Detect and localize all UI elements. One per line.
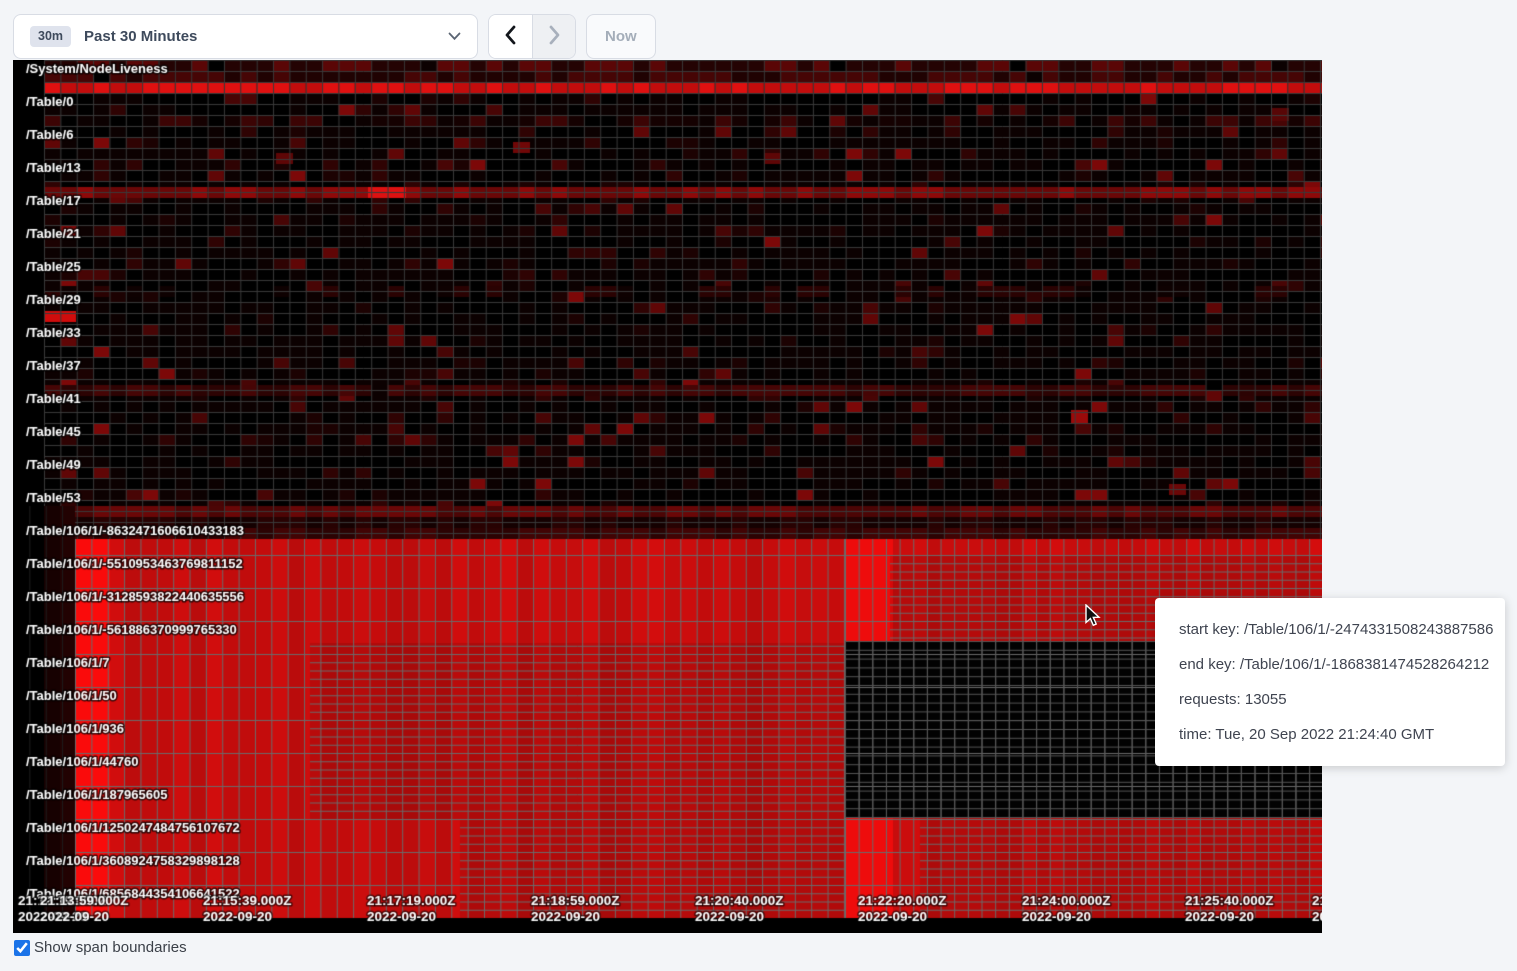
now-button[interactable]: Now — [586, 14, 656, 59]
tooltip-end-key: end key: /Table/106/1/-18683814745282642… — [1179, 656, 1481, 673]
time-nav-group — [488, 14, 576, 59]
time-range-badge: 30m — [30, 26, 71, 47]
chevron-down-icon — [448, 28, 461, 46]
show-span-boundaries-label: Show span boundaries — [34, 939, 187, 956]
tooltip-start-key: start key: /Table/106/1/-247433150824388… — [1179, 621, 1481, 638]
time-range-select[interactable]: 30m Past 30 Minutes — [13, 14, 478, 59]
show-span-boundaries-checkbox[interactable] — [14, 940, 30, 956]
forward-button[interactable] — [532, 15, 575, 58]
footer: Show span boundaries — [14, 939, 187, 956]
toolbar: 30m Past 30 Minutes Now — [13, 14, 656, 59]
tooltip: start key: /Table/106/1/-247433150824388… — [1155, 598, 1505, 766]
back-button[interactable] — [489, 15, 532, 58]
tooltip-time: time: Tue, 20 Sep 2022 21:24:40 GMT — [1179, 726, 1481, 743]
chevron-right-icon — [547, 24, 562, 49]
heatmap-canvas[interactable] — [13, 60, 1322, 933]
chevron-left-icon — [503, 24, 518, 49]
time-range-label: Past 30 Minutes — [84, 28, 448, 45]
key-visualizer-heatmap[interactable] — [13, 60, 1322, 933]
tooltip-requests: requests: 13055 — [1179, 691, 1481, 708]
